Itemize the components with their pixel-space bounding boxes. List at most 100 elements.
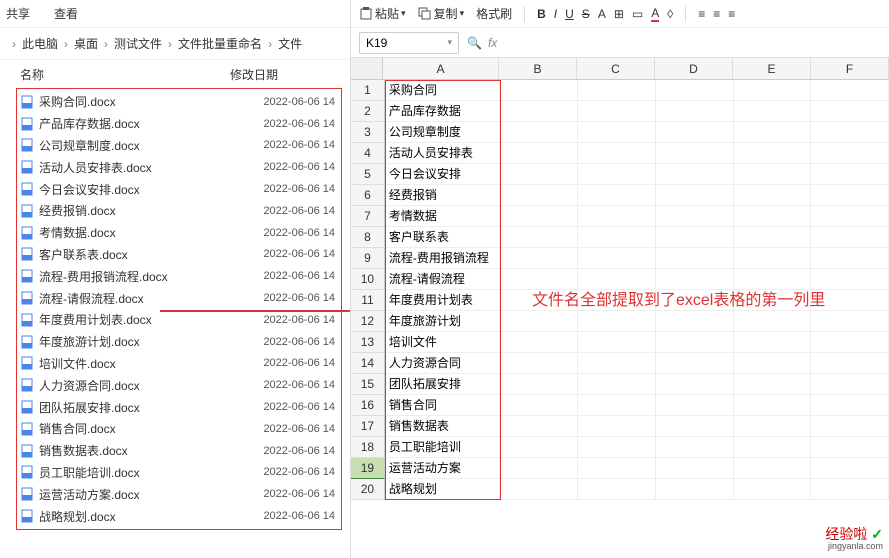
file-row[interactable]: 考情数据.docx 2022-06-06 14 — [17, 222, 341, 244]
cell[interactable] — [656, 80, 734, 101]
cell[interactable] — [500, 353, 578, 374]
cell[interactable]: 客户联系表 — [385, 227, 501, 248]
cell[interactable] — [656, 185, 734, 206]
row-header[interactable]: 7 — [351, 206, 385, 227]
cell[interactable] — [734, 311, 812, 332]
cell[interactable] — [578, 269, 656, 290]
fx-label[interactable]: fx — [488, 36, 497, 50]
cell[interactable] — [578, 332, 656, 353]
cell[interactable] — [578, 122, 656, 143]
file-row[interactable]: 产品库存数据.docx 2022-06-06 14 — [17, 113, 341, 135]
bold-icon[interactable]: B — [537, 7, 546, 21]
cell[interactable] — [811, 248, 889, 269]
cell[interactable] — [500, 185, 578, 206]
tab-share[interactable]: 共享 — [6, 5, 30, 22]
cell[interactable] — [656, 374, 734, 395]
cell[interactable] — [734, 206, 812, 227]
file-row[interactable]: 今日会议安排.docx 2022-06-06 14 — [17, 178, 341, 200]
row-header[interactable]: 13 — [351, 332, 385, 353]
underline-icon[interactable]: U — [565, 7, 574, 21]
cell[interactable]: 培训文件 — [385, 332, 501, 353]
file-row[interactable]: 战略规划.docx 2022-06-06 14 — [17, 505, 341, 527]
cell[interactable] — [500, 332, 578, 353]
cell[interactable] — [734, 458, 812, 479]
cell[interactable]: 销售数据表 — [385, 416, 501, 437]
row-header[interactable]: 2 — [351, 101, 385, 122]
cell[interactable] — [656, 248, 734, 269]
file-row[interactable]: 年度费用计划表.docx 2022-06-06 14 — [17, 309, 341, 331]
cell[interactable] — [656, 437, 734, 458]
breadcrumb-item[interactable]: 桌面 — [74, 35, 98, 52]
cell[interactable] — [500, 395, 578, 416]
row-header[interactable]: 11 — [351, 290, 385, 311]
row-header[interactable]: 10 — [351, 269, 385, 290]
cell[interactable] — [656, 458, 734, 479]
file-row[interactable]: 采购合同.docx 2022-06-06 14 — [17, 91, 341, 113]
cell[interactable]: 公司规章制度 — [385, 122, 501, 143]
cell[interactable] — [811, 395, 889, 416]
file-row[interactable]: 员工职能培训.docx 2022-06-06 14 — [17, 462, 341, 484]
cell[interactable]: 产品库存数据 — [385, 101, 501, 122]
cell[interactable] — [811, 353, 889, 374]
file-row[interactable]: 团队拓展安排.docx 2022-06-06 14 — [17, 396, 341, 418]
cell[interactable] — [578, 479, 656, 500]
cell[interactable] — [656, 311, 734, 332]
column-date[interactable]: 修改日期 — [230, 66, 330, 83]
file-row[interactable]: 活动人员安排表.docx 2022-06-06 14 — [17, 156, 341, 178]
format-painter-button[interactable]: 格式刷 — [476, 5, 512, 22]
cell[interactable]: 考情数据 — [385, 206, 501, 227]
cell[interactable]: 员工职能培训 — [385, 437, 501, 458]
cell[interactable] — [500, 101, 578, 122]
cell[interactable] — [734, 353, 812, 374]
file-row[interactable]: 人力资源合同.docx 2022-06-06 14 — [17, 374, 341, 396]
cell[interactable] — [500, 479, 578, 500]
cell[interactable] — [734, 374, 812, 395]
cell[interactable] — [578, 185, 656, 206]
row-header[interactable]: 6 — [351, 185, 385, 206]
row-header[interactable]: 12 — [351, 311, 385, 332]
cell[interactable]: 运营活动方案 — [385, 458, 501, 479]
cell[interactable] — [656, 101, 734, 122]
file-row[interactable]: 公司规章制度.docx 2022-06-06 14 — [17, 135, 341, 157]
row-header[interactable]: 8 — [351, 227, 385, 248]
cell[interactable] — [734, 437, 812, 458]
cell[interactable]: 采购合同 — [385, 80, 501, 101]
cell[interactable] — [500, 248, 578, 269]
cell[interactable] — [734, 164, 812, 185]
file-row[interactable]: 年度旅游计划.docx 2022-06-06 14 — [17, 331, 341, 353]
cell[interactable] — [656, 143, 734, 164]
row-header[interactable]: 5 — [351, 164, 385, 185]
cell[interactable] — [734, 227, 812, 248]
cell[interactable]: 团队拓展安排 — [385, 374, 501, 395]
cell[interactable]: 人力资源合同 — [385, 353, 501, 374]
row-header[interactable]: 20 — [351, 479, 385, 500]
breadcrumb-item[interactable]: 文件 — [278, 35, 302, 52]
cell[interactable] — [578, 311, 656, 332]
cell[interactable] — [734, 269, 812, 290]
corner-cell[interactable] — [351, 58, 383, 79]
file-row[interactable]: 流程-费用报销流程.docx 2022-06-06 14 — [17, 265, 341, 287]
cell[interactable] — [578, 395, 656, 416]
cell[interactable] — [811, 479, 889, 500]
cell[interactable] — [656, 332, 734, 353]
breadcrumb[interactable]: › 此电脑 › 桌面 › 测试文件 › 文件批量重命名 › 文件 — [0, 28, 350, 60]
cell[interactable] — [500, 164, 578, 185]
cell[interactable] — [500, 416, 578, 437]
column-header[interactable]: E — [733, 58, 811, 79]
highlight-icon[interactable]: ◊ — [667, 7, 673, 21]
column-header[interactable]: C — [577, 58, 655, 79]
cell[interactable]: 战略规划 — [385, 479, 501, 500]
paste-button[interactable]: 粘贴▾ — [359, 5, 406, 22]
column-header[interactable]: A — [383, 58, 499, 79]
cell[interactable] — [734, 332, 812, 353]
cell[interactable] — [578, 248, 656, 269]
row-header[interactable]: 3 — [351, 122, 385, 143]
cell[interactable] — [656, 395, 734, 416]
cell[interactable] — [656, 122, 734, 143]
file-row[interactable]: 流程-请假流程.docx 2022-06-06 14 — [17, 287, 341, 309]
cell[interactable] — [500, 374, 578, 395]
cell[interactable] — [811, 185, 889, 206]
row-header[interactable]: 14 — [351, 353, 385, 374]
cell[interactable]: 销售合同 — [385, 395, 501, 416]
file-row[interactable]: 客户联系表.docx 2022-06-06 14 — [17, 244, 341, 266]
